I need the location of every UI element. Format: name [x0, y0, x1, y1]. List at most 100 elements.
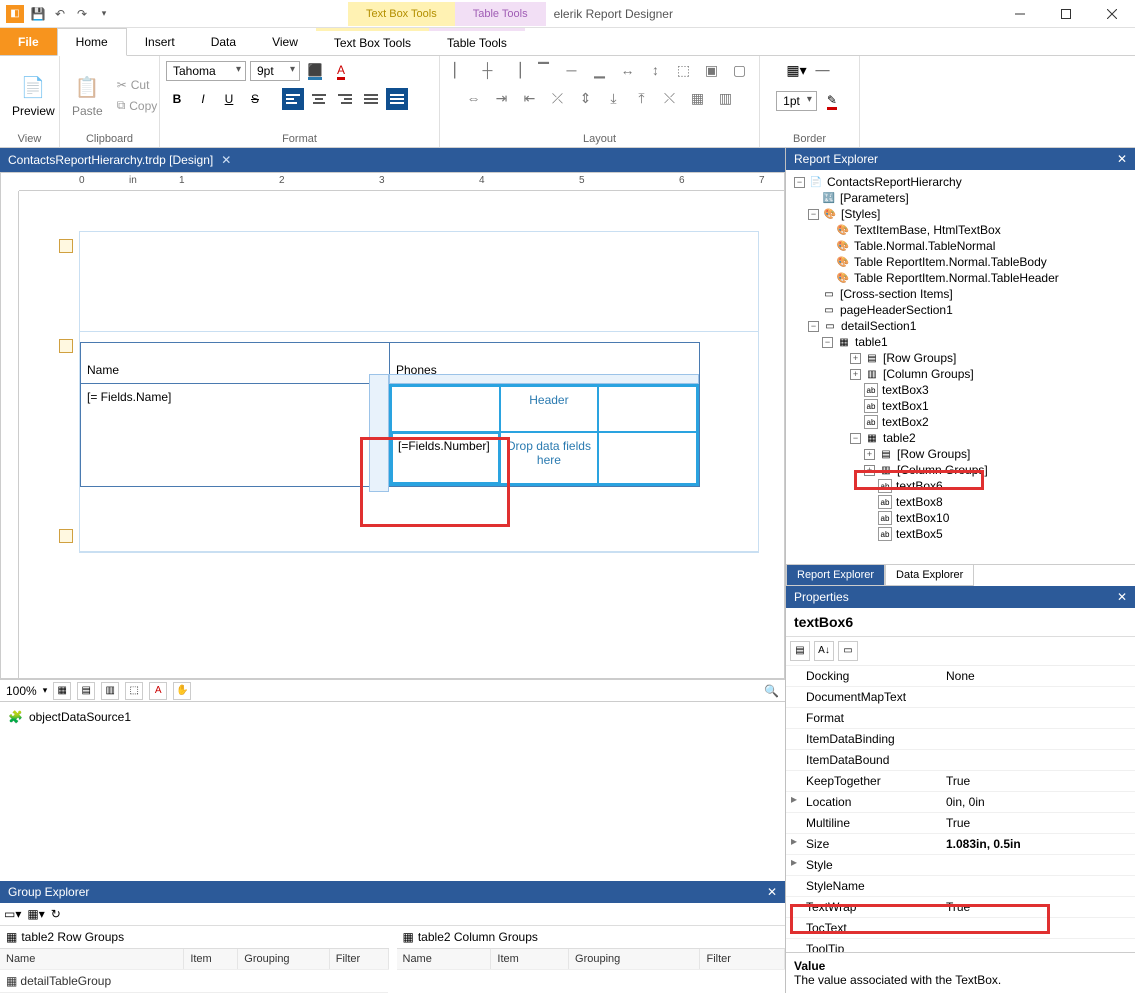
report-body[interactable]: Name Phones [= Fields.Name]: [79, 231, 759, 553]
textbox6-cell[interactable]: [=Fields.Number]: [391, 432, 500, 484]
cut-button[interactable]: ✂Cut: [113, 76, 162, 94]
detail-table-group-row[interactable]: ▦ detailTableGroup: [0, 970, 184, 993]
table1-phones-cell[interactable]: Header [=Fields.Number] Drop data fields…: [389, 384, 699, 486]
tree-node-rowgroups[interactable]: [Row Groups]: [883, 351, 956, 365]
report-explorer-tree[interactable]: −📄ContactsReportHierarchy 🔣[Parameters] …: [786, 170, 1135, 564]
tree-node-detail[interactable]: detailSection1: [841, 319, 916, 333]
tree-node-tb8[interactable]: textBox8: [896, 495, 943, 509]
snap-grid-icon[interactable]: ▦: [53, 682, 71, 700]
tab-insert[interactable]: Insert: [127, 28, 193, 55]
font-family-combo[interactable]: Tahoma: [166, 61, 246, 81]
paste-button[interactable]: 📋 Paste: [66, 70, 109, 122]
property-row-location[interactable]: ▸Location0in, 0in: [786, 792, 1135, 813]
property-value[interactable]: 1.083in, 0.5in: [942, 834, 1135, 854]
close-button[interactable]: [1089, 0, 1135, 28]
table1-name-header[interactable]: Name: [81, 343, 390, 383]
tab-textbox-tools[interactable]: Text Box Tools: [316, 28, 429, 55]
vspace-equal-icon[interactable]: ⇕: [576, 88, 596, 108]
strike-button[interactable]: S: [244, 88, 266, 110]
font-color-button[interactable]: A: [330, 60, 352, 82]
close-tab-icon[interactable]: ✕: [221, 153, 231, 167]
properties-close-icon[interactable]: ✕: [1117, 590, 1127, 604]
tree-node-table2[interactable]: table2: [883, 431, 916, 445]
tree-node-rowgroups2[interactable]: [Row Groups]: [897, 447, 970, 461]
hspace-dec-icon[interactable]: ⇤: [520, 88, 540, 108]
tree-node-pageheader[interactable]: pageHeaderSection1: [840, 303, 953, 317]
tree-node-styles[interactable]: [Styles]: [841, 207, 880, 221]
align-left-edges-icon[interactable]: ▏: [450, 60, 470, 80]
tree-node-style4[interactable]: Table ReportItem.Normal.TableHeader: [854, 271, 1059, 285]
nested-col-selector[interactable]: [389, 374, 699, 384]
vspace-remove-icon[interactable]: ⤬: [660, 88, 680, 108]
copy-button[interactable]: ⧉Copy: [113, 96, 162, 115]
property-value[interactable]: [942, 750, 1135, 770]
align-bottoms-icon[interactable]: ▁: [590, 60, 610, 80]
property-value[interactable]: [942, 687, 1135, 707]
table2[interactable]: Header [=Fields.Number] Drop data fields…: [389, 384, 699, 486]
font-size-combo[interactable]: 9pt: [250, 61, 300, 81]
bring-front-icon[interactable]: ▣: [702, 60, 722, 80]
valign-button[interactable]: [386, 88, 408, 110]
property-value[interactable]: [942, 729, 1135, 749]
property-row-itemdatabound[interactable]: ItemDataBound: [786, 750, 1135, 771]
property-value[interactable]: None: [942, 666, 1135, 686]
vspace-inc-icon[interactable]: ⤓: [604, 88, 624, 108]
hspace-remove-icon[interactable]: ⤫: [548, 88, 568, 108]
qat-dropdown-icon[interactable]: ▾: [96, 6, 112, 22]
nested-header-cell[interactable]: Header: [500, 386, 599, 432]
tree-node-root[interactable]: ContactsReportHierarchy: [827, 175, 962, 189]
property-pages-icon[interactable]: ▭: [838, 641, 858, 661]
page-header-section[interactable]: [80, 232, 758, 332]
alphabetical-icon[interactable]: A↓: [814, 641, 834, 661]
ge-toolbar-btn3[interactable]: ↻: [51, 907, 61, 921]
nested-empty-cell[interactable]: [598, 432, 697, 484]
report-explorer-close-icon[interactable]: ✕: [1117, 152, 1127, 166]
property-value[interactable]: True: [942, 897, 1135, 917]
property-value[interactable]: True: [942, 813, 1135, 833]
group-explorer-close-icon[interactable]: ✕: [767, 885, 777, 899]
send-back-icon[interactable]: ▢: [730, 60, 750, 80]
center-vert-icon[interactable]: ▥: [716, 88, 736, 108]
collapse-icon[interactable]: −: [794, 177, 805, 188]
undo-icon[interactable]: ↶: [52, 6, 68, 22]
table1-name-field[interactable]: [= Fields.Name]: [81, 384, 389, 486]
property-value[interactable]: True: [942, 771, 1135, 791]
bold-button[interactable]: B: [166, 88, 188, 110]
col-groups-grid[interactable]: NameItemGroupingFilter: [397, 949, 786, 970]
ge-toolbar-btn1[interactable]: ▭▾: [4, 907, 21, 921]
ge-toolbar-btn2[interactable]: ▦▾: [27, 907, 44, 921]
property-value[interactable]: [942, 939, 1135, 953]
maximize-button[interactable]: [1043, 0, 1089, 28]
property-row-style[interactable]: ▸Style: [786, 855, 1135, 876]
property-row-documentmaptext[interactable]: DocumentMapText: [786, 687, 1135, 708]
border-width-combo[interactable]: 1pt: [776, 91, 817, 111]
vspace-dec-icon[interactable]: ⤒: [632, 88, 652, 108]
same-width-icon[interactable]: ↔: [618, 60, 638, 80]
tree-node-colgroups2[interactable]: [Column Groups]: [897, 463, 988, 477]
property-value[interactable]: [942, 918, 1135, 938]
property-row-keeptogether[interactable]: KeepTogetherTrue: [786, 771, 1135, 792]
row-groups-grid[interactable]: NameItemGroupingFilter ▦ detailTableGrou…: [0, 949, 389, 993]
property-value[interactable]: [942, 876, 1135, 896]
border-color-button[interactable]: ✎: [821, 90, 843, 112]
tree-node-cross[interactable]: [Cross-section Items]: [840, 287, 953, 301]
tree-node-style3[interactable]: Table ReportItem.Normal.TableBody: [854, 255, 1047, 269]
tree-node-style1[interactable]: TextItemBase, HtmlTextBox: [854, 223, 1001, 237]
tree-node-table1[interactable]: table1: [855, 335, 888, 349]
nested-drop-cell[interactable]: Drop data fields here: [500, 432, 599, 484]
designer-surface[interactable]: 0 in 1 2 3 4 5 6 7: [0, 172, 785, 679]
tree-node-tb5[interactable]: textBox5: [896, 527, 943, 541]
categorized-icon[interactable]: ▤: [790, 641, 810, 661]
underline-button[interactable]: U: [218, 88, 240, 110]
align-justify-button[interactable]: [360, 88, 382, 110]
pageheader-handle[interactable]: [59, 239, 73, 253]
property-row-itemdatabinding[interactable]: ItemDataBinding: [786, 729, 1135, 750]
same-height-icon[interactable]: ↕: [646, 60, 666, 80]
tab-table-tools[interactable]: Table Tools: [429, 28, 525, 55]
tree-node-tb1[interactable]: textBox1: [882, 399, 929, 413]
nested-empty-header[interactable]: [391, 386, 500, 432]
same-size-icon[interactable]: ⬚: [674, 60, 694, 80]
nested-row-selector[interactable]: [369, 374, 389, 492]
nested-empty-header2[interactable]: [598, 386, 697, 432]
preview-button[interactable]: 📄 Preview: [6, 70, 61, 122]
